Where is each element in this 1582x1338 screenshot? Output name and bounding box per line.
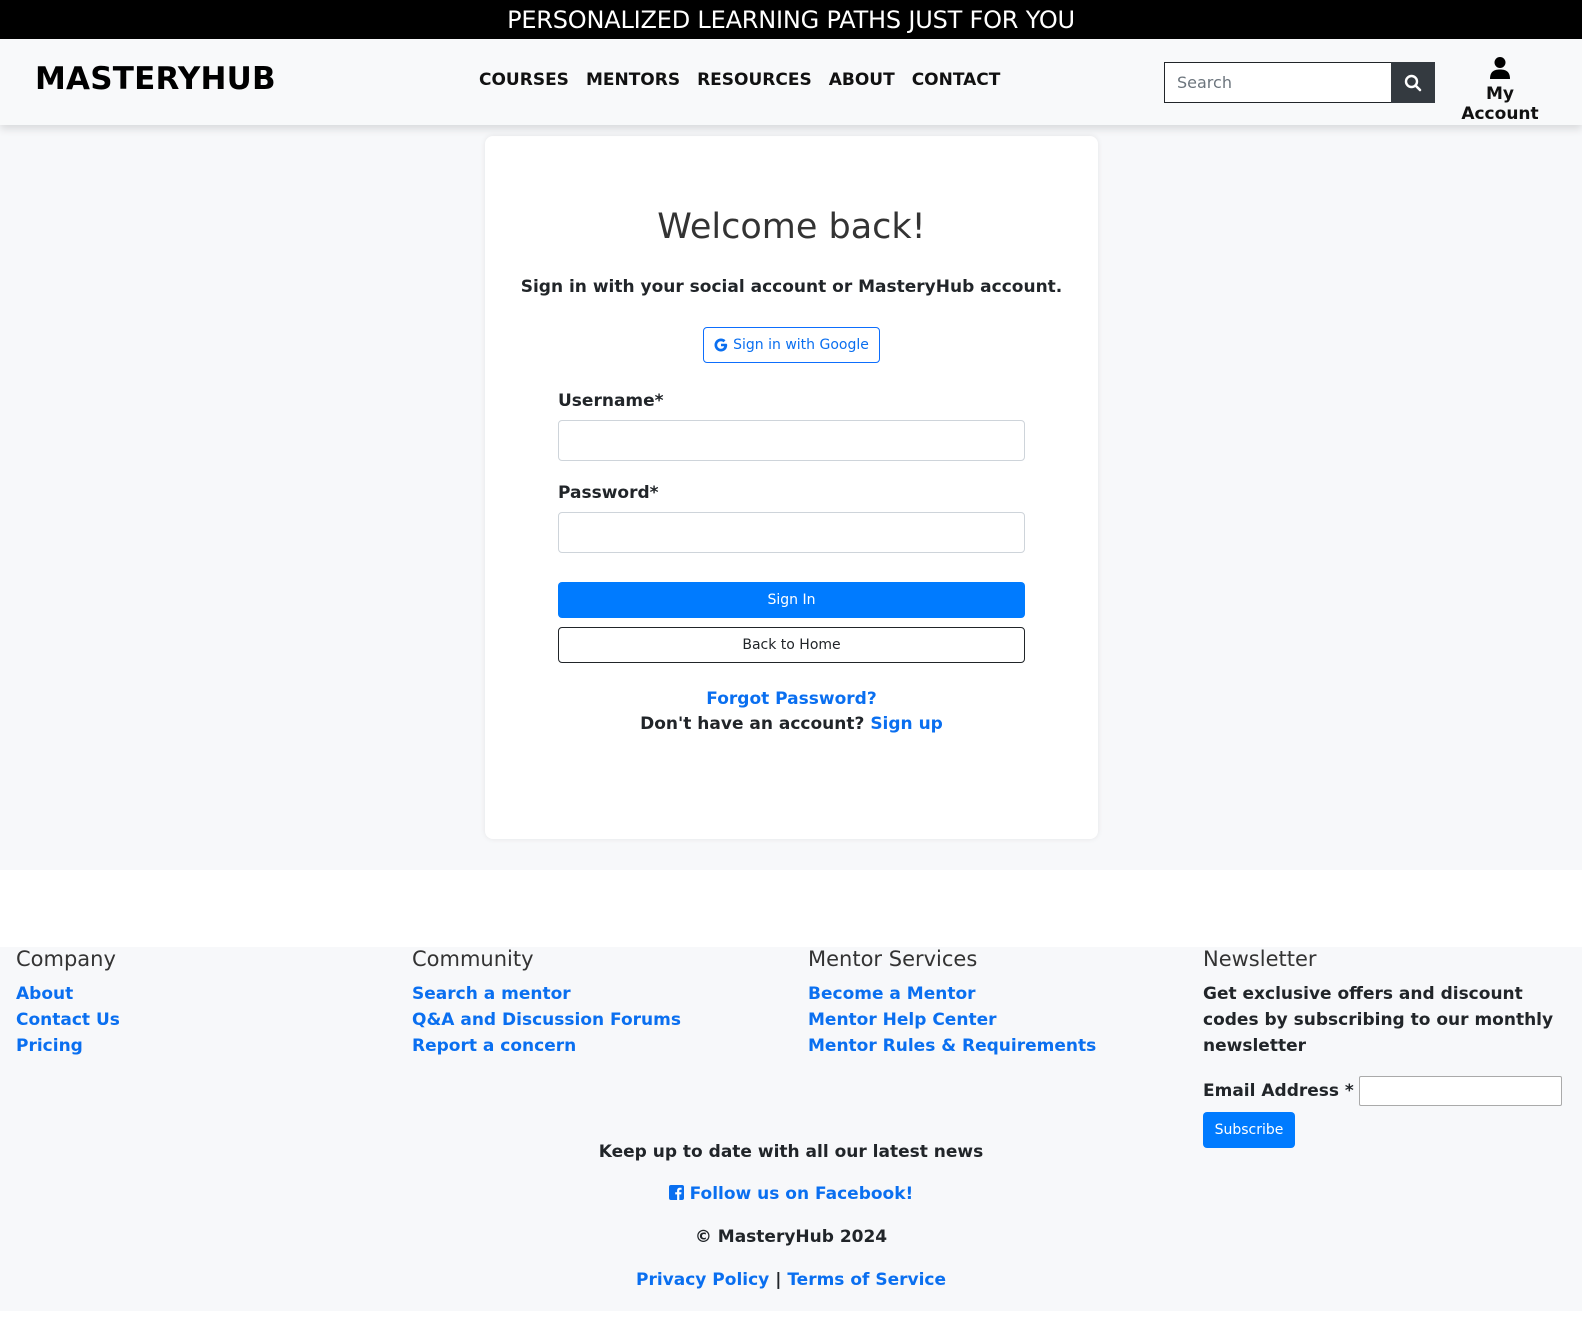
- nav-contact[interactable]: CONTACT: [912, 70, 1001, 90]
- nav-resources[interactable]: RESOURCES: [697, 70, 812, 90]
- newsletter-email-field[interactable]: [1358, 1076, 1562, 1106]
- nav-mentors[interactable]: MENTORS: [586, 70, 680, 90]
- facebook-link[interactable]: Follow us on Facebook!: [668, 1184, 914, 1204]
- my-account-link[interactable]: My Account: [1448, 56, 1552, 124]
- search-input[interactable]: [1164, 62, 1391, 103]
- google-signin-label: Sign in with Google: [733, 337, 869, 353]
- username-field[interactable]: [558, 420, 1025, 461]
- nav-courses[interactable]: COURSES: [479, 70, 569, 90]
- facebook-icon: [668, 1185, 684, 1200]
- password-field[interactable]: [558, 512, 1025, 553]
- brand-logo[interactable]: MASTERYHUB: [35, 61, 276, 97]
- username-label: Username*: [558, 391, 664, 411]
- privacy-policy-link[interactable]: Privacy Policy: [636, 1270, 769, 1290]
- search-button[interactable]: [1391, 62, 1435, 103]
- legal-separator: |: [775, 1270, 782, 1290]
- footer-link-search-mentor[interactable]: Search a mentor: [412, 981, 681, 1007]
- footer-company-column: Company About Contact Us Pricing: [16, 947, 120, 1059]
- site-footer: Company About Contact Us Pricing Communi…: [0, 947, 1582, 1311]
- top-navbar: MASTERYHUB COURSES MENTORS RESOURCES ABO…: [0, 39, 1582, 125]
- footer-link-pricing[interactable]: Pricing: [16, 1033, 120, 1059]
- terms-of-service-link[interactable]: Terms of Service: [787, 1270, 946, 1290]
- footer-newsletter-heading: Newsletter: [1203, 947, 1317, 971]
- newsletter-description: Get exclusive offers and discount codes …: [1203, 984, 1554, 1056]
- my-account-label: My Account: [1461, 84, 1539, 124]
- footer-company-heading: Company: [16, 947, 116, 971]
- footer-community-heading: Community: [412, 947, 534, 971]
- footer-link-mentor-rules[interactable]: Mentor Rules & Requirements: [808, 1033, 1096, 1059]
- footer-tagline: Keep up to date with all our latest news: [598, 1142, 984, 1162]
- footer-link-about[interactable]: About: [16, 981, 120, 1007]
- search-icon: [1404, 74, 1422, 91]
- no-account-text: Don't have an account?: [640, 714, 865, 734]
- google-signin-button[interactable]: Sign in with Google: [703, 327, 880, 363]
- email-address-label: Email Address *: [1203, 1081, 1354, 1101]
- footer-link-become-mentor[interactable]: Become a Mentor: [808, 981, 1096, 1007]
- login-subtitle: Sign in with your social account or Mast…: [520, 277, 1063, 297]
- promo-banner: PERSONALIZED LEARNING PATHS JUST FOR YOU: [0, 0, 1582, 39]
- page-title: Welcome back!: [657, 207, 926, 247]
- back-to-home-button[interactable]: Back to Home: [558, 627, 1025, 663]
- footer-mentor-services-heading: Mentor Services: [808, 947, 978, 971]
- sign-in-button[interactable]: Sign In: [558, 582, 1025, 618]
- promo-text: PERSONALIZED LEARNING PATHS JUST FOR YOU: [507, 6, 1075, 34]
- login-card: Welcome back! Sign in with your social a…: [485, 136, 1098, 839]
- signup-prompt: Don't have an account? Sign up: [485, 714, 1098, 734]
- footer-newsletter-column: Newsletter Get exclusive offers and disc…: [1203, 947, 1563, 1148]
- footer-community-column: Community Search a mentor Q&A and Discus…: [412, 947, 681, 1059]
- footer-link-forums[interactable]: Q&A and Discussion Forums: [412, 1007, 681, 1033]
- legal-links: Privacy Policy | Terms of Service: [0, 1270, 1582, 1290]
- newsletter-email-row: Email Address *: [1203, 1076, 1563, 1106]
- footer-link-contact-us[interactable]: Contact Us: [16, 1007, 120, 1033]
- main-content: Welcome back! Sign in with your social a…: [0, 125, 1582, 870]
- facebook-follow: Follow us on Facebook!: [0, 1184, 1582, 1204]
- footer-link-report-concern[interactable]: Report a concern: [412, 1033, 681, 1059]
- search-form: [1164, 62, 1435, 103]
- google-icon: [714, 338, 728, 352]
- user-icon: [1490, 57, 1510, 79]
- forgot-password-link[interactable]: Forgot Password?: [485, 689, 1098, 709]
- footer-link-mentor-help[interactable]: Mentor Help Center: [808, 1007, 1096, 1033]
- facebook-label: Follow us on Facebook!: [689, 1184, 914, 1204]
- main-nav: COURSES MENTORS RESOURCES ABOUT CONTACT: [479, 70, 1000, 90]
- nav-about[interactable]: ABOUT: [829, 70, 895, 90]
- footer-mentor-services-column: Mentor Services Become a Mentor Mentor H…: [808, 947, 1096, 1059]
- password-label: Password*: [558, 483, 659, 503]
- sign-up-link[interactable]: Sign up: [870, 714, 943, 734]
- copyright: © MasteryHub 2024: [694, 1227, 888, 1247]
